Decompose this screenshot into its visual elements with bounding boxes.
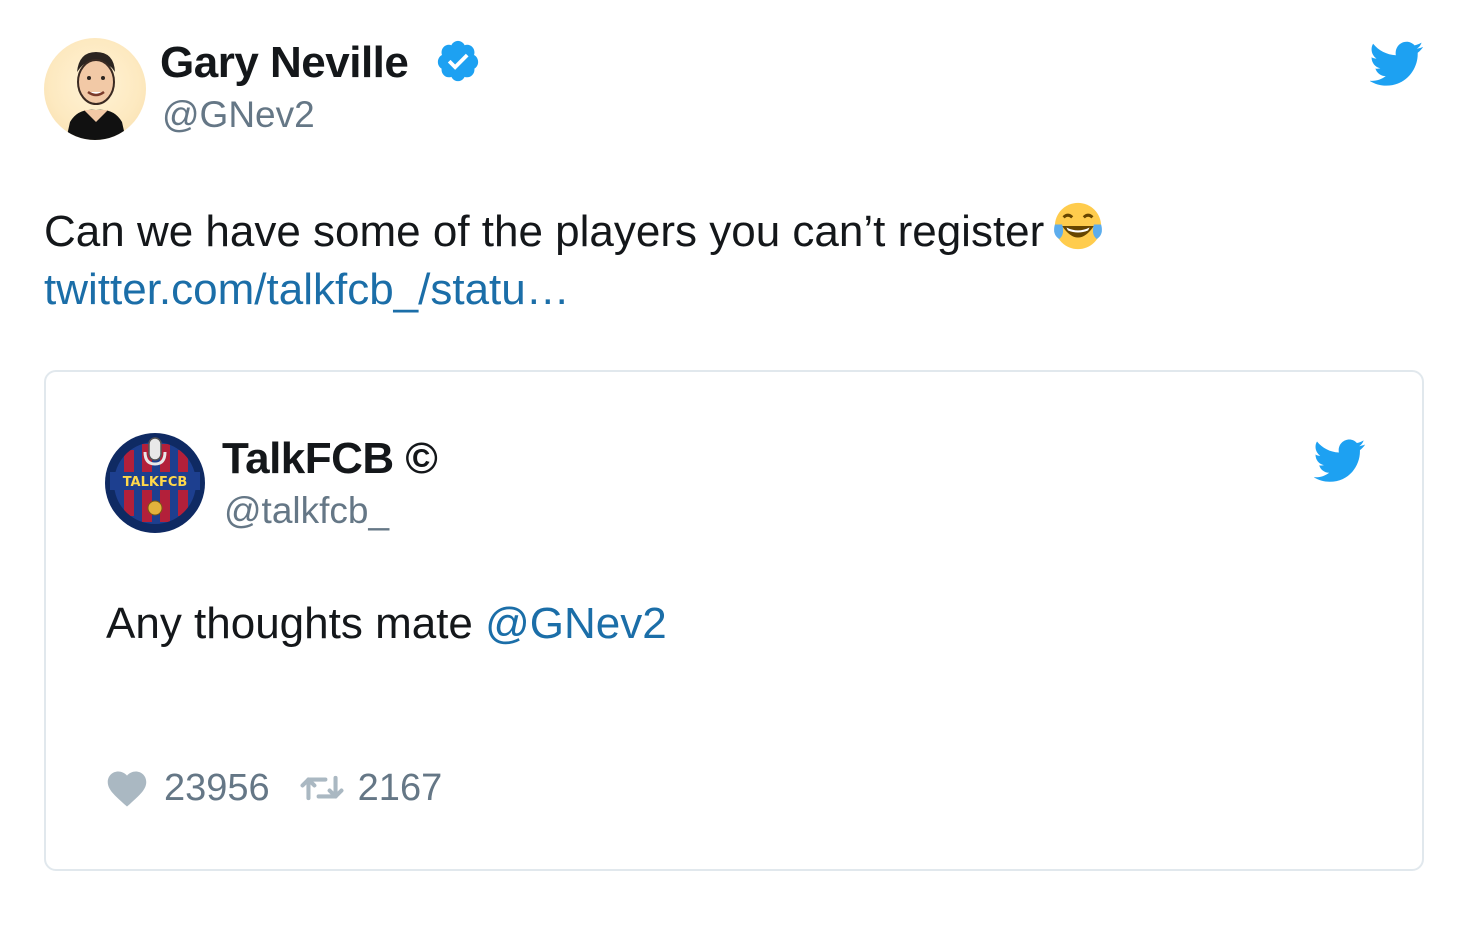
author-avatar-image — [66, 52, 126, 140]
embedded-tweet: Gary Neville @GNev2 Can we have some of … — [0, 0, 1460, 927]
face-with-tears-of-joy-icon — [1054, 202, 1103, 250]
heart-icon[interactable] — [106, 768, 148, 808]
twitter-bird-icon[interactable] — [1370, 40, 1424, 88]
tweet-text: Can we have some of the players you can’… — [44, 200, 1344, 319]
mention-link[interactable]: @GNev2 — [485, 599, 667, 648]
tweet-body: Can we have some of the players you can’… — [44, 207, 1045, 256]
tweet-link[interactable]: twitter.com/talkfcb_/statu… — [44, 265, 570, 314]
talkfcb-logo: TALKFCB — [105, 433, 205, 533]
twitter-bird-icon[interactable] — [1314, 438, 1366, 484]
retweet-icon[interactable] — [300, 771, 344, 805]
like-count: 23956 — [164, 766, 270, 809]
quoted-author-avatar[interactable]: TALKFCB — [104, 432, 206, 534]
quoted-tweet-text: Any thoughts mate @GNev2 — [106, 596, 667, 652]
verified-badge-icon — [437, 40, 479, 82]
author-handle[interactable]: @GNev2 — [162, 94, 315, 136]
author-avatar[interactable] — [44, 38, 146, 140]
quoted-author-name[interactable]: TalkFCB © — [222, 434, 438, 484]
quoted-tweet-body: Any thoughts mate — [106, 599, 473, 648]
quoted-author-handle[interactable]: @talkfcb_ — [224, 490, 389, 532]
quoted-tweet-card[interactable]: TALKFCB TalkFCB © @talkfcb_ Any thoughts… — [44, 370, 1424, 871]
tweet-actions: 23956 2167 — [106, 762, 442, 814]
talkfcb-logo-text: TALKFCB — [123, 475, 188, 490]
author-name[interactable]: Gary Neville — [160, 38, 409, 88]
retweet-count: 2167 — [357, 766, 443, 809]
